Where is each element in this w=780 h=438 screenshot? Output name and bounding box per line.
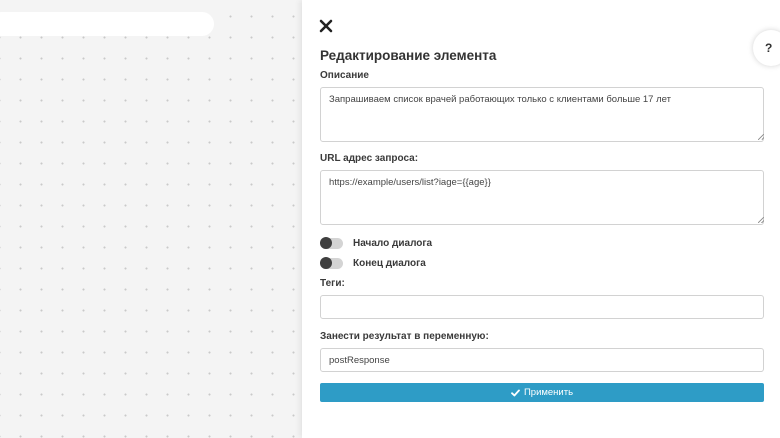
tags-input[interactable] (320, 295, 764, 319)
edit-element-panel: ? Редактирование элемента Описание Запра… (302, 0, 780, 438)
help-icon: ? (765, 41, 773, 55)
panel-title: Редактирование элемента (320, 48, 497, 63)
toggle-knob (320, 256, 332, 269)
description-resize-handle[interactable] (758, 134, 764, 140)
dialog-start-label: Начало диалога (353, 237, 433, 249)
close-icon (319, 19, 333, 33)
apply-label: Применить (523, 387, 574, 398)
description-field[interactable]: Запрашиваем список врачей работающих тол… (320, 87, 764, 142)
canvas-search-bar[interactable] (0, 12, 214, 36)
close-button[interactable] (319, 19, 333, 33)
tags-label: Теги: (320, 278, 345, 289)
description-label: Описание (320, 70, 369, 81)
dialog-start-toggle[interactable] (320, 236, 343, 249)
url-label: URL адрес запроса: (320, 153, 419, 164)
help-button[interactable]: ? (753, 30, 780, 66)
toggle-knob (320, 236, 332, 249)
url-field[interactable]: https://example/users/list?iage={{age}} (320, 170, 764, 225)
dialog-end-toggle-row: Конец диалога (320, 256, 426, 270)
url-resize-handle[interactable] (758, 217, 764, 223)
dialog-end-toggle[interactable] (320, 256, 343, 269)
apply-button[interactable]: Применить (320, 383, 764, 402)
result-variable-label: Занести результат в переменную: (320, 331, 489, 342)
result-variable-input[interactable] (320, 348, 764, 372)
dialog-end-label: Конец диалога (353, 257, 426, 269)
dialog-start-toggle-row: Начало диалога (320, 236, 432, 250)
check-icon (511, 388, 520, 396)
